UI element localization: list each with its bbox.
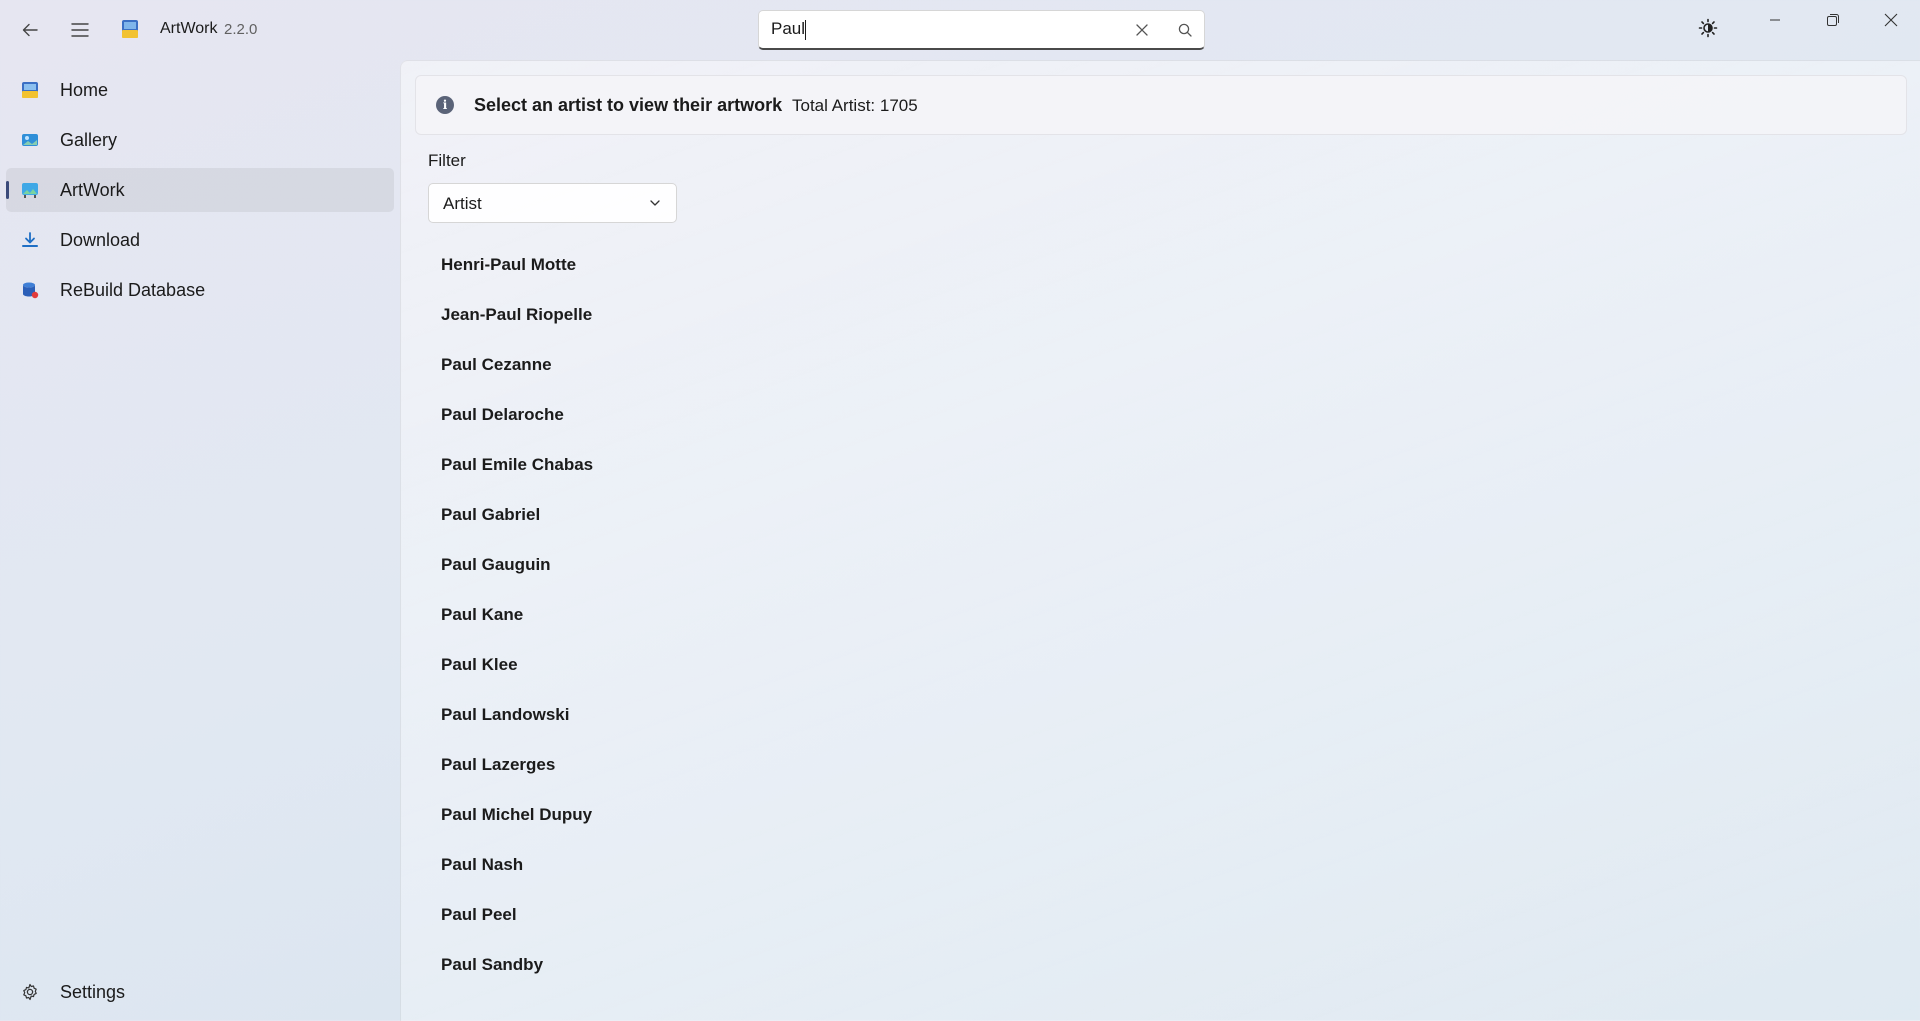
- artist-name: Paul Emile Chabas: [441, 455, 594, 474]
- list-item[interactable]: Paul Gabriel: [415, 491, 1015, 541]
- list-item[interactable]: Paul Lazerges: [415, 741, 1015, 791]
- artist-name: Paul Peel: [441, 905, 517, 924]
- app-version: 2.2.0: [224, 21, 258, 38]
- artist-name: Paul Gauguin: [441, 555, 551, 574]
- download-icon: [20, 230, 40, 250]
- info-icon: i: [436, 96, 454, 114]
- list-item[interactable]: Paul Emile Chabas: [415, 441, 1015, 491]
- close-window-icon[interactable]: [1868, 0, 1914, 40]
- app-logo-icon: [122, 20, 138, 38]
- sidebar-item-label: Home: [60, 79, 109, 100]
- app-title: ArtWork: [160, 20, 218, 37]
- list-item[interactable]: Paul Delaroche: [415, 391, 1015, 441]
- filter-dropdown[interactable]: Artist: [428, 183, 677, 223]
- search-icon[interactable]: [1172, 17, 1198, 43]
- filter-label: Filter: [428, 151, 466, 170]
- maximize-icon[interactable]: [1810, 0, 1856, 40]
- artist-name: Paul Gabriel: [441, 505, 541, 524]
- sidebar-item-gallery[interactable]: Gallery: [6, 118, 394, 162]
- minimize-icon[interactable]: [1752, 0, 1798, 40]
- artwork-icon: [20, 180, 40, 200]
- main-content: i Select an artist to view their artwork…: [400, 60, 1920, 1021]
- list-item[interactable]: Paul Peel: [415, 891, 1015, 941]
- artist-name: Paul Michel Dupuy: [441, 805, 593, 824]
- gear-icon: [20, 982, 40, 1002]
- artist-name: Paul Lazerges: [441, 755, 556, 774]
- list-item[interactable]: Paul Gauguin: [415, 541, 1015, 591]
- close-icon[interactable]: [1129, 17, 1155, 43]
- title-bar: ArtWork 2.2.0 Paul: [0, 0, 1920, 60]
- sidebar-item-label: ReBuild Database: [60, 279, 206, 300]
- list-item[interactable]: Paul Michel Dupuy: [415, 791, 1015, 841]
- list-item[interactable]: Paul Landowski: [415, 691, 1015, 741]
- sidebar-item-label: Download: [60, 229, 141, 250]
- list-item[interactable]: Paul Klee: [415, 641, 1015, 691]
- artist-name: Paul Kane: [441, 605, 524, 624]
- list-item[interactable]: Paul Nash: [415, 841, 1015, 891]
- info-bar: i Select an artist to view their artwork…: [415, 75, 1907, 135]
- list-item[interactable]: Paul Cezanne: [415, 341, 1015, 391]
- text-caret: [805, 19, 807, 40]
- search-input-value: Paul: [771, 19, 806, 38]
- artist-name: Paul Delaroche: [441, 405, 564, 424]
- artist-name: Paul Landowski: [441, 705, 570, 724]
- search-input[interactable]: Paul: [771, 19, 807, 40]
- gallery-icon: [20, 130, 40, 150]
- list-item[interactable]: Henri-Paul Motte: [415, 241, 1015, 291]
- artist-name: Paul Cezanne: [441, 355, 552, 374]
- list-item[interactable]: Paul Sandby: [415, 941, 1015, 991]
- sidebar-item-home[interactable]: Home: [6, 68, 394, 112]
- sidebar: Home Gallery ArtWork Download ReBuild Da…: [0, 60, 400, 1020]
- info-message: Total Artist: 1705: [792, 96, 918, 115]
- artist-name: Jean-Paul Riopelle: [441, 305, 593, 324]
- list-item[interactable]: Paul Kane: [415, 591, 1015, 641]
- artist-name: Henri-Paul Motte: [441, 255, 577, 274]
- home-icon: [20, 80, 40, 100]
- selection-indicator: [6, 181, 9, 199]
- filter-selected-value: Artist: [443, 194, 482, 213]
- chevron-down-icon: [648, 196, 662, 210]
- sidebar-item-settings[interactable]: Settings: [6, 970, 394, 1014]
- sidebar-item-label: Gallery: [60, 129, 118, 150]
- search-box[interactable]: Paul: [758, 10, 1205, 50]
- sidebar-item-download[interactable]: Download: [6, 218, 394, 262]
- artist-name: Paul Nash: [441, 855, 524, 874]
- artist-name: Paul Sandby: [441, 955, 544, 974]
- artist-name: Paul Klee: [441, 655, 518, 674]
- info-title: Select an artist to view their artwork: [474, 95, 783, 115]
- hamburger-menu-icon[interactable]: [62, 12, 98, 48]
- list-item[interactable]: Jean-Paul Riopelle: [415, 291, 1015, 341]
- settings-label: Settings: [60, 981, 126, 1002]
- theme-toggle-icon[interactable]: [1690, 10, 1726, 46]
- artist-list: Henri-Paul Motte Jean-Paul Riopelle Paul…: [415, 241, 1015, 991]
- sidebar-item-artwork[interactable]: ArtWork: [6, 168, 394, 212]
- database-icon: [20, 280, 40, 300]
- back-arrow-icon[interactable]: [12, 12, 48, 48]
- sidebar-item-rebuild-database[interactable]: ReBuild Database: [6, 268, 394, 312]
- sidebar-item-label: ArtWork: [60, 179, 125, 200]
